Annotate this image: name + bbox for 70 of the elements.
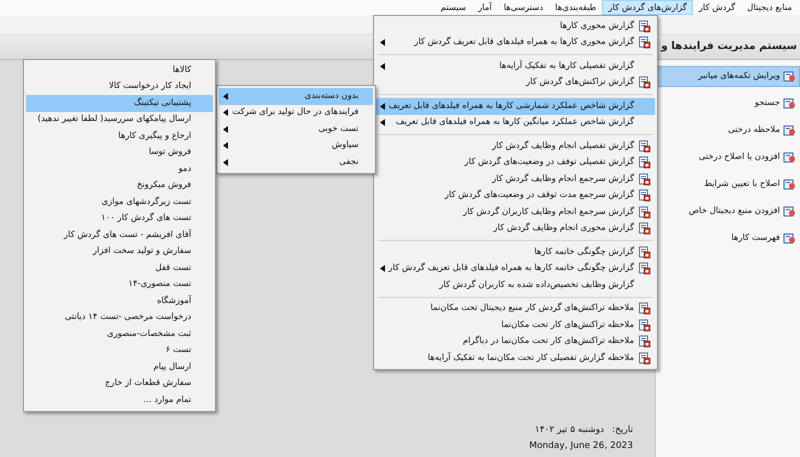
menu-item[interactable]: گزارش شاخص عملکرد میانگین کارها به همراه فیلدهای قابل تعریف [376, 114, 655, 131]
menu-item[interactable]: ارسال پیامکهای سررسید( لطفا تغییر ندهید) [26, 112, 214, 128]
menu-item[interactable]: گزارش تفصیلی انجام وظایف گردش کار [376, 138, 655, 154]
shortcut-icon [783, 205, 796, 218]
menu-item[interactable]: ملاحظه تراکنش‌های کار تحت مکان‌نما در دیاگرام [376, 334, 655, 350]
menu-item[interactable]: فرایندهای در حال تولید برای شرکت [219, 104, 373, 121]
menu-item[interactable]: تست های گردش کار ۱۰۰ [26, 210, 214, 227]
menu-item[interactable]: گزارش‌های گردش کار [602, 0, 693, 15]
menu-item[interactable]: آقای افریشم - تست های گردش کار [26, 227, 214, 244]
menu-item[interactable]: گزارش محوری کارها به همراه فیلدهای قابل تعریف گردش کار [376, 34, 655, 51]
menu-item[interactable]: تست ۶ [26, 342, 214, 359]
shortcut-item[interactable]: جستجو [656, 93, 800, 114]
menu-item[interactable]: ارجاع و پیگیری کارها [26, 128, 214, 144]
menu-item[interactable]: گزارش محوری کارها [376, 18, 655, 34]
menu-item[interactable]: سیاوش [219, 138, 373, 154]
menu-item[interactable]: فروش میکرونخ [26, 178, 214, 194]
shortcut-icon [783, 124, 796, 137]
persian-date: دوشنبه ۵ تیر ۱۴۰۲ [534, 424, 604, 437]
menu-item[interactable]: تمام موارد ... [26, 392, 214, 408]
menu-item[interactable]: گزارش محوری انجام وظایف گردش کار [376, 220, 655, 237]
menu-item[interactable]: گزارش سرجمع انجام وظایف کاربران گردش کار [376, 204, 655, 220]
shortcut-icon [783, 178, 796, 191]
menu-item[interactable]: ثبت مشخصات-منصوری [26, 326, 214, 342]
menu-item[interactable]: ملاحظه گزارش تفصیلی کار تحت مکان‌نما به تفکیک آرایه‌ها [376, 350, 655, 366]
menu-item[interactable]: دمو [26, 161, 214, 178]
menu-item[interactable]: نجفی [219, 154, 373, 170]
menu-item[interactable]: گزارش تراکنش‌های گردش کار [376, 74, 655, 91]
menu-item[interactable]: درخواست مرخصی -تست ۱۴ دیانتی [26, 310, 214, 326]
menu-item[interactable]: گزارش وظایف تخصیص‌داده شده به کاربران گردش کار [376, 277, 655, 294]
menu-item[interactable]: بدون دسته‌بندی [219, 88, 373, 104]
app-title: سیستم مدیریت فرایندها و [661, 39, 797, 54]
menu-item[interactable]: گزارش چگونگی خاتمه کارها به همراه فیلدهای قابل تعریف گردش کار [376, 260, 655, 277]
menu-item[interactable]: تست خوبی [219, 121, 373, 138]
menu-item[interactable]: پشتیبانی تیکتینگ [26, 95, 214, 112]
shortcut-icon [783, 232, 796, 245]
menu-item[interactable]: سفارش قطعات از خارج [26, 376, 214, 392]
shortcut-item[interactable]: فهرست کارها [656, 228, 800, 249]
menu-item[interactable]: گزارش سرجمع مدت توقف در وضعیت‌های گردش کار [376, 188, 655, 204]
menu-item[interactable]: منابع دیجیتال [741, 0, 798, 15]
menu-item[interactable]: دسترسی‌ها [498, 0, 550, 15]
menu-item[interactable]: آمار [472, 0, 498, 15]
menu-item[interactable]: تست قفل [26, 260, 214, 276]
shortcut-item[interactable]: افزودن منبع دیجیتال خاص [656, 201, 800, 222]
menu-item[interactable]: گزارش تفصیلی توقف در وضعیت‌های گردش کار [376, 154, 655, 171]
shortcut-item[interactable]: ملاحظه درختی [656, 120, 800, 141]
menu-item[interactable]: گزارش شاخص عملکرد شمارشی کارها به همراه فیلدهای قابل تعریف [376, 98, 655, 114]
menu-item[interactable]: ارسال پیام [26, 359, 214, 376]
menu-item[interactable]: گزارش چگونگی خاتمه کارها [376, 244, 655, 260]
date-label: تاریخ: [612, 424, 633, 437]
menu-item[interactable]: آموزشگاه [26, 293, 214, 310]
menu-item[interactable]: گزارش تفصیلی کارها به تفکیک آرایه‌ها [376, 58, 655, 74]
shortcut-item[interactable]: ویرایش تکمه‌های میانبر [656, 66, 800, 87]
menu-item[interactable]: ملاحظه تراکنش‌های گردش کار منبع دیجیتال تحت مکان‌نما [376, 300, 655, 317]
menu-item[interactable]: گزارش سرجمع انجام وظایف گردش کار [376, 171, 655, 188]
menu-item[interactable]: طبقه‌بندی‌ها [549, 0, 602, 15]
shortcut-icon [783, 151, 796, 164]
menu-item[interactable]: ایجاد کار درخواست کالا [26, 78, 214, 95]
menu-item[interactable]: تست منصوری-۱۴ [26, 276, 214, 293]
menu-item[interactable]: تست زیرگردشهای موازی [26, 194, 214, 210]
gregorian-date: Monday, June 26, 2023 [529, 440, 633, 452]
menu-item[interactable]: گردش کار [692, 0, 742, 15]
menu-item[interactable]: سیستم [434, 0, 472, 15]
shortcut-icon [783, 97, 796, 110]
menu-item[interactable]: سفارش و تولید سخت افزار [26, 244, 214, 260]
menu-item[interactable]: ملاحظه تراکنش‌های کار تحت مکان‌نما [376, 317, 655, 334]
menu-item[interactable]: کالاها [26, 62, 214, 78]
shortcut-icon [783, 70, 796, 83]
shortcut-item[interactable]: اصلاح با تعیین شرایط [656, 174, 800, 195]
menu-item[interactable]: فروش توسا [26, 144, 214, 161]
shortcut-item[interactable]: افزودن یا اصلاح درختی [656, 147, 800, 168]
